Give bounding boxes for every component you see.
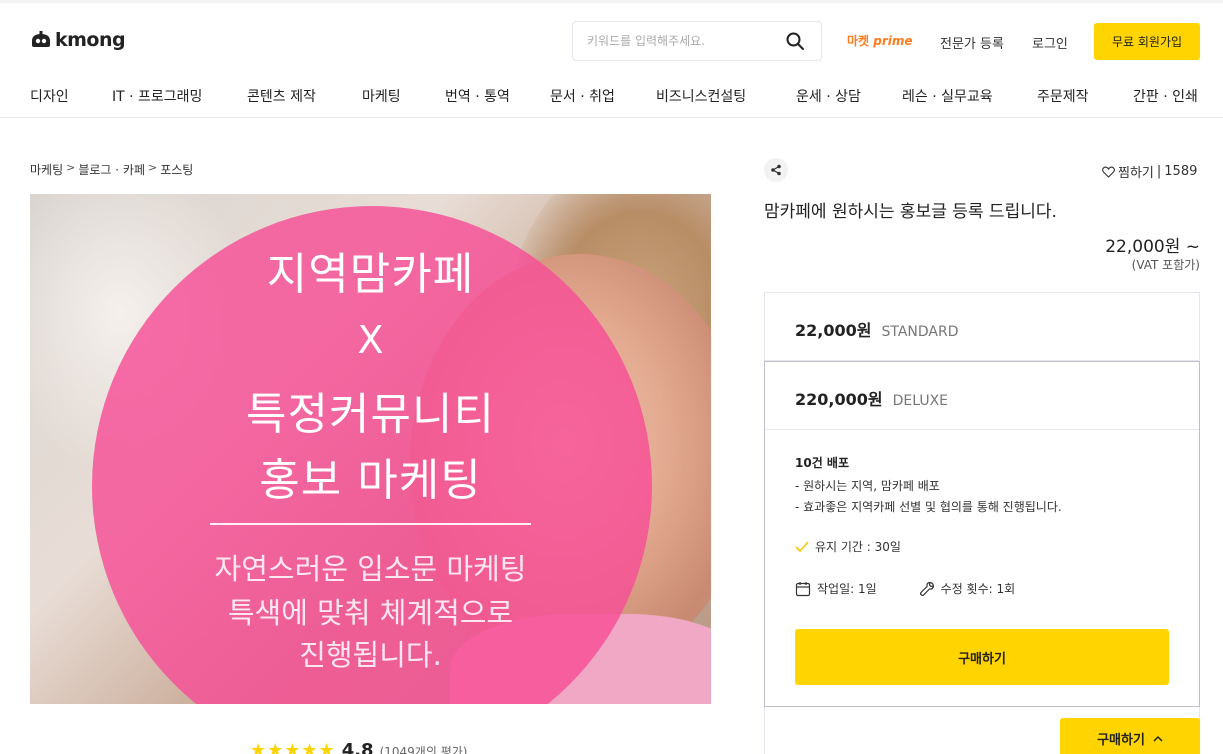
package-price: 22,000원 (795, 321, 872, 340)
category-document[interactable]: 문서 · 취업 (550, 86, 615, 106)
package-description: - 원하시는 지역, 맘카페 배포 - 효과좋은 지역카페 선별 및 협의를 통… (795, 476, 1062, 518)
favorite-button[interactable]: 찜하기 | 1589 (1102, 162, 1197, 181)
package-deluxe: 220,000원 DELUXE 10건 배포 - 원하시는 지역, 맘카페 배포… (764, 361, 1200, 707)
service-main-image: 지역맘카페 X 특정커뮤니티 홍보 마케팅 자연스러운 입소문 마케팅 특색에 … (30, 194, 711, 704)
kmong-logo-icon (30, 31, 52, 49)
hero-subline: 자연스러운 입소문 마케팅 (214, 552, 527, 586)
search-input[interactable] (587, 22, 787, 60)
package-standard[interactable]: 22,000원 STANDARD (765, 293, 1199, 361)
breadcrumb-item[interactable]: 블로그 · 카페 (78, 161, 145, 178)
revisions: 수정 횟수: 1회 (919, 580, 1016, 597)
search-icon[interactable] (785, 31, 805, 51)
package-desc-line: - 효과좋은 지역카페 선별 및 협의를 통해 진행됩니다. (795, 500, 1062, 514)
chevron-right-icon: > (66, 161, 76, 174)
logo-text: kmong (55, 29, 126, 51)
rating-score: 4.8 (341, 740, 374, 754)
chevron-up-icon (1153, 735, 1163, 742)
hero-line: 지역맘카페 (266, 249, 475, 300)
share-button[interactable] (764, 158, 788, 182)
category-design[interactable]: 디자인 (30, 86, 69, 106)
chevron-right-icon: > (148, 161, 158, 174)
breadcrumb-item[interactable]: 포스팅 (160, 161, 193, 178)
search-box (572, 21, 822, 61)
hero-line: 특정커뮤니티 (246, 389, 495, 440)
work-days: 작업일: 1일 (795, 580, 877, 597)
floating-buy-label: 구매하기 (1097, 732, 1145, 748)
revisions-text: 수정 횟수: 1회 (940, 582, 1016, 596)
work-days-text: 작업일: 1일 (817, 582, 877, 596)
hero-line: 홍보 마케팅 (259, 455, 482, 506)
calendar-icon (795, 581, 811, 596)
category-lesson[interactable]: 레슨 · 실무교육 (902, 86, 993, 106)
floating-buy-button[interactable]: 구매하기 (1060, 718, 1200, 754)
top-header: kmong 마켓 prime 전문가 등록 로그인 무료 회원가입 (0, 0, 1223, 75)
favorite-label: 찜하기 (1118, 166, 1154, 181)
share-icon (771, 164, 781, 176)
package-desc-line: - 원하시는 지역, 맘카페 배포 (795, 479, 940, 493)
login-link[interactable]: 로그인 (1032, 33, 1068, 52)
vat-note: (VAT 포함가) (1131, 258, 1200, 272)
hero-line: X (357, 318, 384, 362)
package-tier: DELUXE (892, 393, 949, 409)
heart-icon (1102, 166, 1115, 178)
kmong-logo[interactable]: kmong (30, 29, 126, 51)
hero-subline: 진행됩니다. (299, 638, 442, 672)
prime-suffix: prime (873, 34, 913, 48)
package-tier: STANDARD (881, 324, 959, 340)
star-rating-icon: ★★★★★ (250, 740, 336, 754)
buy-button[interactable]: 구매하기 (795, 629, 1169, 685)
category-it[interactable]: IT · 프로그래밍 (112, 86, 202, 106)
market-prime-link[interactable]: 마켓 prime (847, 32, 913, 49)
category-nav: 디자인 IT · 프로그래밍 콘텐츠 제작 마케팅 번역 · 통역 문서 · 취… (0, 75, 1223, 118)
rating-count[interactable]: (1049개의 평가) (380, 743, 468, 754)
category-marketing[interactable]: 마케팅 (362, 86, 401, 106)
prime-prefix: 마켓 (847, 34, 870, 48)
category-translation[interactable]: 번역 · 통역 (445, 86, 510, 106)
package-price: 220,000원 (795, 390, 883, 409)
keep-period-text: 유지 기간 : 30일 (815, 540, 901, 554)
keep-period: 유지 기간 : 30일 (795, 538, 901, 555)
wrench-icon (919, 581, 934, 596)
category-custom[interactable]: 주문제작 (1037, 86, 1089, 106)
expert-register-link[interactable]: 전문가 등록 (940, 33, 1004, 52)
hero-divider (210, 523, 531, 525)
package-name: 10건 배포 (795, 456, 849, 470)
check-icon (795, 540, 809, 552)
breadcrumb: 마케팅 > 블로그 · 카페 > 포스팅 (30, 161, 193, 178)
package-meta: 작업일: 1일 수정 횟수: 1회 (795, 580, 1015, 597)
category-fortune[interactable]: 운세 · 상담 (796, 86, 861, 106)
breadcrumb-item[interactable]: 마케팅 (30, 161, 63, 178)
package-deluxe-header[interactable]: 220,000원 DELUXE (765, 362, 1199, 430)
favorite-separator: | (1156, 164, 1162, 179)
category-content[interactable]: 콘텐츠 제작 (247, 86, 316, 106)
category-sign[interactable]: 간판 · 인쇄 (1133, 86, 1198, 106)
rating-summary: ★★★★★ 4.8 (1049개의 평가) (250, 740, 467, 754)
signup-button[interactable]: 무료 회원가입 (1094, 23, 1200, 60)
category-business[interactable]: 비즈니스컨설팅 (656, 86, 746, 106)
package-panel: 22,000원 STANDARD 220,000원 DELUXE 10건 배포 … (764, 292, 1200, 754)
service-title: 맘카페에 원하시는 홍보글 등록 드립니다. (764, 202, 1057, 222)
service-price: 22,000원 ~ (1105, 237, 1200, 257)
hero-subline: 특색에 맞춰 체계적으로 (227, 596, 514, 630)
favorite-count: 1589 (1164, 164, 1198, 179)
